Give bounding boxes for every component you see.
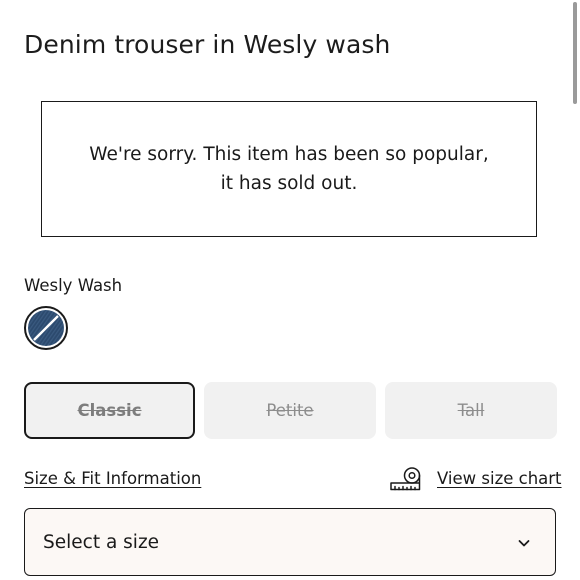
view-size-chart-link[interactable]: View size chart <box>437 469 562 488</box>
measuring-tape-icon[interactable] <box>389 467 427 491</box>
page-scrollbar[interactable] <box>573 2 577 104</box>
sold-out-message-line1: We're sorry. This item has been so popul… <box>89 144 489 165</box>
size-select-dropdown[interactable]: Select a size <box>24 508 556 576</box>
chevron-down-icon <box>518 540 530 547</box>
sold-out-message-line2: it has sold out. <box>220 173 358 194</box>
color-swatch-wesly-wash[interactable] <box>24 306 68 350</box>
sold-out-notice: We're sorry. This item has been so popul… <box>41 101 537 237</box>
color-label: Wesly Wash <box>24 276 123 295</box>
size-fit-information-link[interactable]: Size & Fit Information <box>24 469 201 488</box>
fit-option-tall[interactable]: Tall <box>385 382 557 439</box>
product-title: Denim trouser in Wesly wash <box>24 30 391 59</box>
denim-swatch-unavailable-icon <box>28 310 64 346</box>
size-select-placeholder: Select a size <box>43 531 160 553</box>
fit-option-classic[interactable]: Classic <box>24 382 195 439</box>
fit-option-petite[interactable]: Petite <box>204 382 376 439</box>
